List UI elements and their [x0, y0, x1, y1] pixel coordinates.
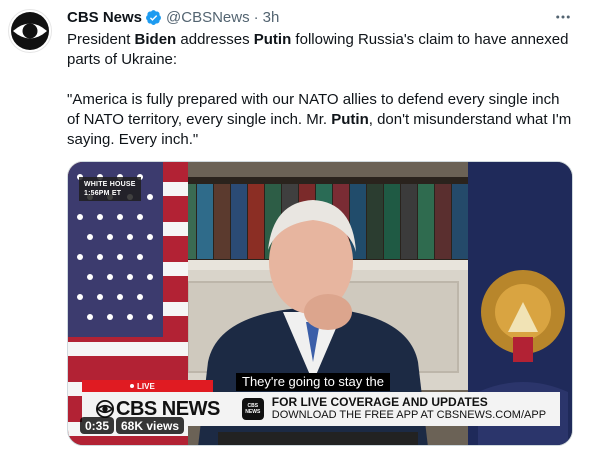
- video-view-count: 68K views: [116, 417, 185, 434]
- video-player[interactable]: WHITE HOUSE 1:56PM ET They're going to s…: [67, 161, 573, 446]
- mention-putin-2: Putin: [331, 111, 369, 128]
- video-duration: 0:35: [80, 417, 115, 434]
- badge-time: 1:56PM ET: [84, 190, 122, 197]
- tweet-header: CBS News @CBSNews · 3h: [67, 7, 279, 27]
- more-horizontal-icon: [556, 15, 570, 19]
- more-options-button[interactable]: [553, 7, 573, 27]
- avatar[interactable]: [8, 9, 52, 53]
- location-time-badge: WHITE HOUSE 1:56PM ET: [79, 177, 141, 201]
- badge-location: WHITE HOUSE: [84, 181, 136, 188]
- mention-putin: Putin: [253, 31, 292, 48]
- tweet-paragraph-2: "America is fully prepared with our NATO…: [67, 91, 572, 148]
- author-name[interactable]: CBS News: [67, 9, 142, 26]
- author-handle[interactable]: @CBSNews: [166, 9, 250, 26]
- separator-dot: ·: [253, 8, 259, 26]
- cbs-eye-small-icon: [96, 400, 114, 418]
- promo-subline: DOWNLOAD THE FREE APP AT CBSNEWS.COM/APP: [271, 409, 547, 421]
- tweet[interactable]: CBS News @CBSNews · 3h President Biden a…: [0, 0, 591, 455]
- cbs-eye-logo-icon: [11, 12, 49, 50]
- closed-caption: They're going to stay the: [236, 373, 390, 391]
- app-promo: FOR LIVE COVERAGE AND UPDATES DOWNLOAD T…: [272, 396, 546, 422]
- timestamp[interactable]: 3h: [263, 9, 280, 26]
- live-dot-icon: [130, 384, 134, 388]
- cbs-news-app-icon: CBS NEWS: [241, 398, 264, 420]
- live-indicator: LIVE: [82, 380, 213, 392]
- tweet-paragraph-1: President Biden addresses Putin followin…: [67, 31, 569, 68]
- live-label: LIVE: [137, 381, 155, 391]
- promo-headline: FOR LIVE COVERAGE AND UPDATES: [271, 395, 488, 409]
- tweet-text: President Biden addresses Putin followin…: [67, 30, 572, 170]
- verified-badge-icon: [146, 9, 161, 25]
- mention-biden: Biden: [134, 31, 177, 48]
